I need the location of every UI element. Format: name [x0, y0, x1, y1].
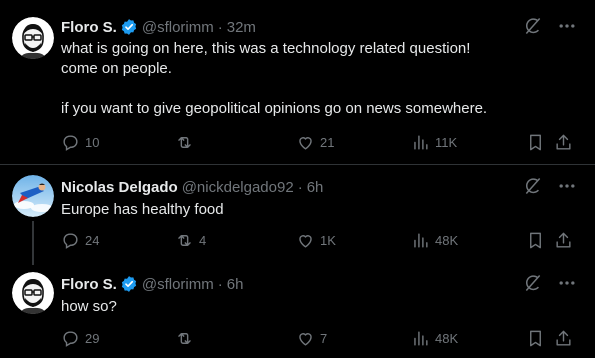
bookmark-button[interactable]	[526, 133, 545, 152]
reply-button[interactable]: 29	[61, 329, 99, 348]
author-name[interactable]: Floro S.	[61, 19, 117, 36]
share-icon	[556, 134, 571, 150]
grok-icon[interactable]	[523, 176, 543, 196]
grok-icon[interactable]	[523, 16, 543, 36]
repost-count: 4	[199, 233, 207, 248]
tweet-header: Floro S. @sflorimm · 32m	[61, 17, 256, 37]
bookmark-icon	[530, 232, 541, 249]
timestamp[interactable]: 6h	[307, 179, 324, 196]
repost-icon	[178, 137, 191, 148]
reply-count: 10	[85, 135, 100, 150]
tweet-text: Europe has healthy food	[61, 200, 224, 220]
share-button[interactable]	[554, 329, 573, 348]
like-button[interactable]: 21	[296, 133, 334, 152]
views-icon	[414, 135, 428, 150]
tweet-text-line: if you want to give geopolitical opinion…	[61, 100, 488, 117]
avatar[interactable]	[12, 272, 54, 314]
thread-line	[32, 221, 34, 265]
tweet[interactable]: Floro S. @sflorimm · 6h how so? 29 7 48K	[0, 262, 595, 358]
reply-count: 29	[85, 331, 100, 346]
repost-button[interactable]	[175, 329, 199, 348]
author-handle[interactable]: @sflorimm	[142, 19, 214, 36]
tweet[interactable]: Floro S. @sflorimm · 32m what is going o…	[0, 0, 595, 164]
repost-button[interactable]	[175, 133, 199, 152]
like-count: 21	[320, 135, 335, 150]
separator: ·	[297, 178, 303, 196]
verified-badge-icon	[120, 275, 138, 293]
bookmark-icon	[530, 134, 541, 151]
reply-icon	[63, 233, 78, 249]
author-handle[interactable]: @sflorimm	[142, 276, 214, 293]
more-icon[interactable]	[557, 16, 577, 36]
timestamp[interactable]: 32m	[227, 19, 256, 36]
tweet-text-line: what is going on here, this was a techno…	[61, 40, 471, 57]
share-button[interactable]	[554, 133, 573, 152]
separator: ·	[217, 275, 223, 293]
reply-icon	[63, 331, 78, 347]
action-bar: 29 7 48K	[61, 329, 583, 349]
like-icon	[299, 137, 312, 150]
action-bar: 24 4 1K 48K	[61, 231, 583, 251]
timestamp[interactable]: 6h	[227, 276, 244, 293]
like-icon	[299, 333, 312, 346]
tweet[interactable]: Nicolas Delgado @nickdelgado92 · 6h Euro…	[0, 165, 595, 265]
share-button[interactable]	[554, 231, 573, 250]
tweet-text-line: Europe has healthy food	[61, 201, 224, 218]
tweet-text-line: how so?	[61, 298, 117, 315]
reply-icon	[63, 135, 78, 151]
more-icon[interactable]	[557, 176, 577, 196]
more-icon[interactable]	[557, 273, 577, 293]
share-icon	[556, 232, 571, 248]
separator: ·	[217, 18, 223, 36]
tweet-text: how so?	[61, 297, 117, 317]
repost-icon	[178, 235, 191, 246]
author-handle[interactable]: @nickdelgado92	[182, 179, 294, 196]
verified-badge-icon	[120, 18, 138, 36]
avatar[interactable]	[12, 175, 54, 217]
grok-icon[interactable]	[523, 273, 543, 293]
tweet-text-line: come on people.	[61, 60, 172, 77]
bookmark-button[interactable]	[526, 231, 545, 250]
repost-button[interactable]: 4	[175, 231, 206, 250]
tweet-header: Nicolas Delgado @nickdelgado92 · 6h	[61, 177, 323, 197]
like-icon	[299, 235, 312, 248]
like-count: 7	[320, 331, 328, 346]
like-button[interactable]: 1K	[296, 231, 336, 250]
view-count: 48K	[435, 233, 459, 248]
view-count: 11K	[435, 135, 458, 150]
tweet-header: Floro S. @sflorimm · 6h	[61, 274, 243, 294]
views-button[interactable]: 48K	[411, 329, 458, 348]
repost-icon	[178, 333, 191, 344]
reply-count: 24	[85, 233, 100, 248]
author-name[interactable]: Nicolas Delgado	[61, 179, 178, 196]
avatar[interactable]	[12, 17, 54, 59]
views-button[interactable]: 11K	[411, 133, 457, 152]
author-name[interactable]: Floro S.	[61, 276, 117, 293]
action-bar: 10 21 11K	[61, 133, 583, 153]
bookmark-button[interactable]	[526, 329, 545, 348]
like-count: 1K	[320, 233, 336, 248]
like-button[interactable]: 7	[296, 329, 327, 348]
reply-button[interactable]: 10	[61, 133, 99, 152]
view-count: 48K	[435, 331, 459, 346]
views-button[interactable]: 48K	[411, 231, 458, 250]
views-icon	[414, 331, 428, 346]
reply-button[interactable]: 24	[61, 231, 99, 250]
bookmark-icon	[530, 330, 541, 347]
share-icon	[556, 330, 571, 346]
tweet-text: what is going on here, this was a techno…	[61, 39, 487, 119]
views-icon	[414, 233, 428, 248]
